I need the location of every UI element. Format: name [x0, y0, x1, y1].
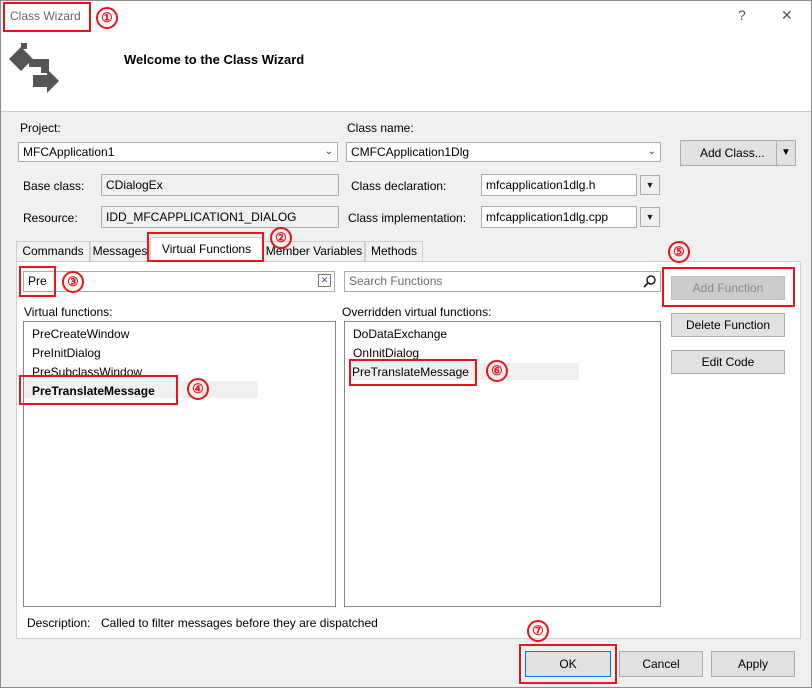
title-bar: Class Wizard ? ✕	[1, 1, 811, 31]
class-wizard-dialog: Class Wizard ? ✕ Welcome to the Class Wi…	[0, 0, 812, 688]
callout-7: ⑦	[527, 620, 549, 642]
resource-label: Resource:	[23, 211, 78, 225]
clear-filter-icon[interactable]: ✕	[318, 274, 331, 287]
callout-2: ②	[270, 227, 292, 249]
annotation-box-title	[3, 2, 91, 32]
callout-4: ④	[187, 378, 209, 400]
classimpl-value: mfcapplication1dlg.cpp	[486, 210, 609, 224]
add-class-button[interactable]: Add Class... ▼	[680, 140, 796, 166]
overridden-functions-label: Overridden virtual functions:	[342, 305, 492, 319]
classdecl-dropdown-icon[interactable]: ▼	[640, 175, 660, 195]
annotation-box-overridden-item	[349, 359, 477, 386]
callout-6: ⑥	[486, 360, 508, 382]
chevron-down-icon: ⌄	[647, 146, 656, 157]
delete-function-button[interactable]: Delete Function	[671, 313, 785, 337]
list-item[interactable]: DoDataExchange	[353, 327, 447, 341]
classdecl-field[interactable]: mfcapplication1dlg.h	[481, 174, 637, 196]
search-icon[interactable]	[643, 274, 657, 288]
baseclass-value: CDialogEx	[106, 178, 163, 192]
annotation-box-filter	[19, 266, 56, 297]
annotation-box-virtual-functions-tab	[147, 232, 264, 262]
resource-value: IDD_MFCAPPLICATION1_DIALOG	[106, 210, 297, 224]
classdecl-label: Class declaration:	[351, 179, 447, 193]
tab-methods[interactable]: Methods	[365, 241, 423, 261]
classname-value: CMFCApplication1Dlg	[351, 145, 470, 159]
add-class-label: Add Class...	[700, 146, 765, 160]
dropdown-arrow-icon[interactable]: ▼	[781, 141, 791, 165]
callout-1: ①	[96, 7, 118, 29]
annotation-box-pretranslatemessage	[19, 375, 178, 405]
split-divider	[776, 141, 777, 165]
search-placeholder: Search Functions	[349, 274, 443, 288]
project-combobox[interactable]: MFCApplication1 ⌄	[18, 142, 338, 162]
list-item[interactable]: PreCreateWindow	[32, 327, 129, 341]
classimpl-label: Class implementation:	[348, 211, 467, 225]
tab-messages[interactable]: Messages	[90, 241, 150, 261]
baseclass-field: CDialogEx	[101, 174, 339, 196]
classname-combobox[interactable]: CMFCApplication1Dlg ⌄	[346, 142, 661, 162]
annotation-box-ok	[519, 644, 617, 684]
class-wizard-logo-icon	[9, 43, 59, 93]
list-item[interactable]: OnInitDialog	[353, 346, 419, 360]
callout-5: ⑤	[668, 241, 690, 263]
welcome-heading: Welcome to the Class Wizard	[124, 52, 305, 67]
tab-commands[interactable]: Commands	[16, 241, 90, 261]
header-banner: Welcome to the Class Wizard	[1, 31, 811, 111]
close-button[interactable]: ✕	[781, 7, 793, 24]
description-label: Description:	[27, 616, 91, 630]
resource-field: IDD_MFCAPPLICATION1_DIALOG	[101, 206, 339, 228]
edit-code-button[interactable]: Edit Code	[671, 350, 785, 374]
classimpl-field[interactable]: mfcapplication1dlg.cpp	[481, 206, 637, 228]
project-value: MFCApplication1	[23, 145, 115, 159]
list-item[interactable]: PreInitDialog	[32, 346, 101, 360]
classname-label: Class name:	[347, 121, 414, 135]
annotation-box-add-function	[662, 267, 795, 307]
description-text: Called to filter messages before they ar…	[101, 616, 378, 630]
virtual-functions-label: Virtual functions:	[24, 305, 113, 319]
baseclass-label: Base class:	[23, 179, 85, 193]
virtual-functions-list[interactable]: PreCreateWindow PreInitDialog PreSubclas…	[23, 321, 336, 607]
cancel-button[interactable]: Cancel	[619, 651, 703, 677]
classimpl-dropdown-icon[interactable]: ▼	[640, 207, 660, 227]
classdecl-value: mfcapplication1dlg.h	[486, 178, 596, 192]
search-functions-input[interactable]: Search Functions	[344, 271, 661, 292]
callout-3: ③	[62, 271, 84, 293]
help-button[interactable]: ?	[738, 7, 746, 23]
header-divider	[1, 111, 811, 112]
project-label: Project:	[20, 121, 61, 135]
apply-button[interactable]: Apply	[711, 651, 795, 677]
chevron-down-icon: ⌄	[324, 146, 333, 157]
